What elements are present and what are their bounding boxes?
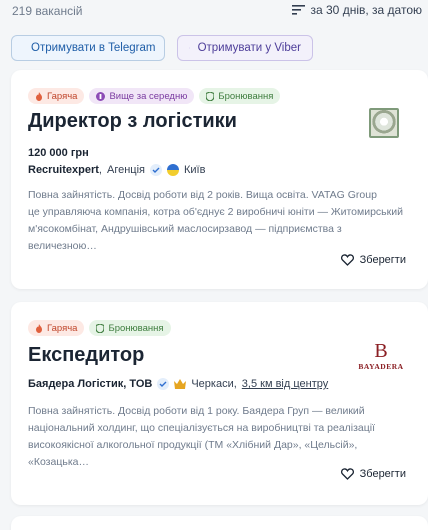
fire-icon (36, 323, 42, 333)
shield-icon (96, 323, 105, 333)
hot-tag: Гаряча (28, 88, 85, 104)
company-name[interactable]: Баядера Логістик, ТОВ (28, 378, 152, 390)
viber-button-label: Отримувати у Viber (197, 42, 301, 54)
ukraine-flag-icon (167, 164, 179, 176)
company-logo: B BAYADERA (358, 340, 404, 371)
hot-tag: Гаряча (28, 320, 85, 336)
salary-tag: Вище за середню (89, 88, 195, 104)
save-label: Зберегти (359, 254, 406, 266)
telegram-subscribe-button[interactable]: Отримувати в Telegram (11, 35, 165, 61)
save-button[interactable]: Зберегти (340, 254, 406, 266)
results-header: 219 вакансій за 30 днів, за датою (0, 0, 428, 22)
viber-icon (189, 47, 190, 49)
subscribe-row: Отримувати в Telegram Отримувати у Viber (11, 35, 313, 61)
reservation-tag: Бронювання (89, 320, 171, 336)
verified-check-icon (157, 378, 170, 390)
telegram-button-label: Отримувати в Telegram (31, 42, 156, 54)
save-button[interactable]: Зберегти (340, 468, 406, 480)
company-info: Баядера Логістик, ТОВ Черкаси, 3,5 км ві… (28, 378, 328, 390)
vacancy-tags: Гаряча Бронювання (28, 320, 171, 336)
vacancy-title[interactable]: Директор з логістики (28, 110, 237, 133)
vacancy-salary: 120 000 грн (28, 147, 89, 159)
vacancy-description[interactable]: Повна зайнятість. Досвід роботи від 1 ро… (28, 403, 413, 471)
company-info: Recruitexpert, Агенція Київ (28, 164, 206, 176)
sort-label: за 30 днів, за датою (310, 3, 423, 17)
vacancy-card[interactable]: Гаряча Бронювання B BAYADERA Експедитор … (11, 302, 428, 505)
sort-icon (291, 5, 305, 15)
company-name[interactable]: Recruitexpert (28, 164, 99, 176)
vacancy-card[interactable]: Гаряча Вище за середню Бронювання Директ… (11, 70, 428, 289)
heart-icon (340, 254, 354, 266)
sort-control[interactable]: за 30 днів, за датою (291, 3, 423, 17)
crown-icon (174, 379, 187, 389)
save-label: Зберегти (359, 468, 406, 480)
fire-icon (36, 91, 42, 101)
vacancy-description[interactable]: Повна зайнятість. Досвід роботи від 2 ро… (28, 187, 413, 255)
heart-icon (340, 468, 354, 480)
vacancy-card[interactable] (11, 516, 428, 530)
shield-icon (206, 91, 215, 101)
money-icon (96, 91, 106, 101)
distance-link[interactable]: 3,5 км від центру (242, 378, 328, 390)
viber-subscribe-button[interactable]: Отримувати у Viber (177, 35, 313, 61)
verified-check-icon (150, 164, 162, 176)
reservation-tag: Бронювання (199, 88, 281, 104)
vacancy-city: Черкаси, (191, 378, 237, 390)
company-type: Агенція (106, 164, 145, 176)
company-logo (369, 108, 399, 138)
vacancy-tags: Гаряча Вище за середню Бронювання (28, 88, 281, 104)
vacancy-title[interactable]: Експедитор (28, 344, 144, 367)
vacancy-count: 219 вакансій (12, 4, 83, 18)
vacancy-city: Київ (184, 164, 206, 176)
